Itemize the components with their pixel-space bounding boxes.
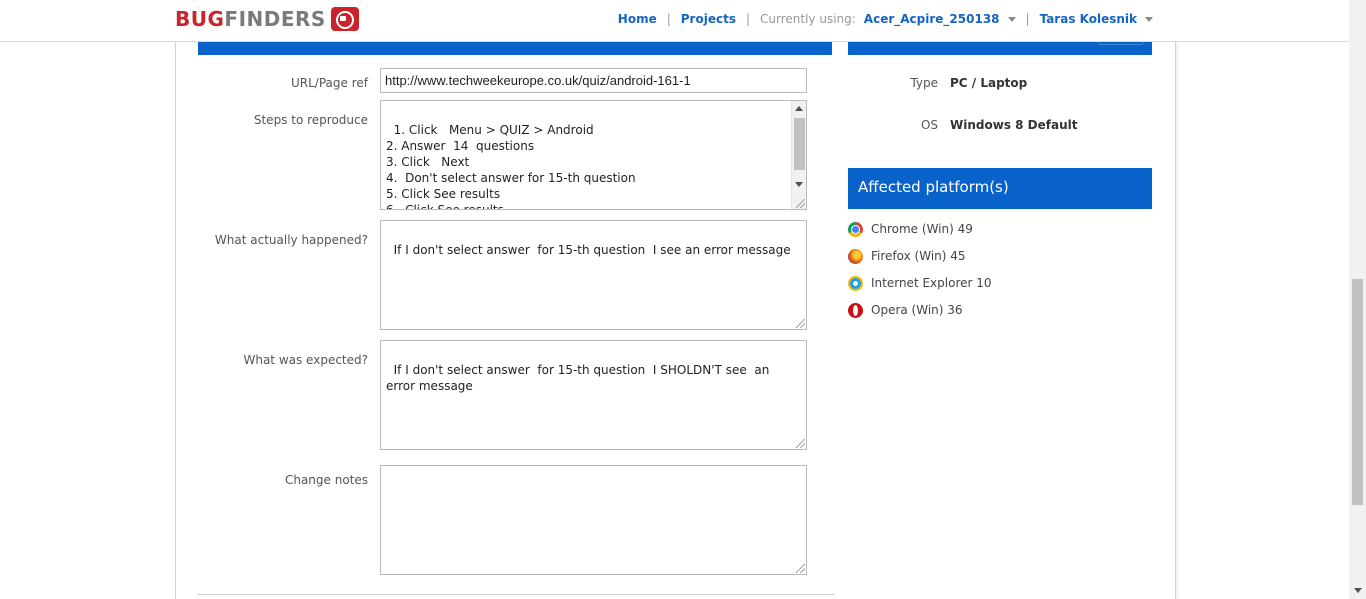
scroll-thumb[interactable] [794,118,805,170]
resize-handle-icon[interactable] [796,564,805,573]
nav-projects-link[interactable]: Projects [681,12,736,26]
user-name: Taras Kolesnik [1039,12,1137,26]
scroll-down-icon[interactable] [1354,588,1362,593]
actual-text: If I don't select answer for 15-th quest… [393,243,791,257]
ie-icon [848,275,863,291]
type-label: Type [910,76,938,90]
chrome-icon [848,221,863,237]
expected-text: If I don't select answer for 15-th quest… [386,363,774,393]
device-name: Acer_Acpire_250138 [863,12,1000,26]
page-scrollbar[interactable] [1349,0,1366,599]
platform-name: Internet Explorer 10 [871,276,992,290]
actual-label: What actually happened? [214,233,368,247]
form-divider [198,594,834,595]
chevron-down-icon [1007,17,1016,22]
resize-handle-icon[interactable] [796,319,805,328]
page-scroll-thumb[interactable] [1352,279,1363,505]
steps-text: 1. Click Menu > QUIZ > Android 2. Answer… [386,123,636,210]
bugfinders-logo[interactable]: BUGFINDERS [175,6,359,32]
scroll-down-icon[interactable] [795,182,803,187]
expected-label: What was expected? [243,353,368,367]
type-value: PC / Laptop [950,76,1028,90]
steps-label: Steps to reproduce [253,113,368,127]
nav-home-link[interactable]: Home [618,12,657,26]
url-input[interactable]: http://www.techweekeurope.co.uk/quiz/and… [380,68,807,93]
notes-label: Change notes [284,473,368,487]
opera-icon [848,302,863,318]
nav-separator: | [666,12,671,26]
main-nav: Home | Projects | Currently using: Acer_… [618,12,1153,26]
device-dropdown[interactable]: Acer_Acpire_250138 [864,12,1016,26]
url-label: URL/Page ref [291,76,368,90]
platform-item: Chrome (Win) 49 [848,221,973,237]
top-navbar: BUGFINDERS Home | Projects | Currently u… [0,0,1349,42]
user-menu-dropdown[interactable]: Taras Kolesnik [1040,12,1153,26]
platform-item: Opera (Win) 36 [848,302,963,318]
platform-name: Chrome (Win) 49 [871,222,973,236]
nav-separator: | [1025,12,1030,26]
affected-platforms-header: Affected platform(s) [848,168,1152,209]
textarea-scrollbar[interactable] [791,101,806,209]
platform-item: Internet Explorer 10 [848,275,992,291]
platform-name: Firefox (Win) 45 [871,249,966,263]
platform-item: Firefox (Win) 45 [848,248,966,264]
resize-handle-icon[interactable] [796,199,805,208]
firefox-icon [848,248,863,264]
os-value: Windows 8 Default [950,118,1078,132]
steps-textarea[interactable]: 1. Click Menu > QUIZ > Android 2. Answer… [380,100,807,210]
currently-using-label: Currently using: [760,12,856,26]
os-label: OS [920,118,938,132]
form-section-header [198,42,832,55]
notes-textarea[interactable] [380,465,807,575]
nav-separator: | [745,12,751,26]
logo-text: BUGFINDERS [175,7,326,31]
actual-textarea[interactable]: If I don't select answer for 15-th quest… [380,220,807,330]
chevron-down-icon [1145,17,1153,22]
scroll-up-icon[interactable] [795,106,803,111]
expected-textarea[interactable]: If I don't select answer for 15-th quest… [380,340,807,450]
platform-name: Opera (Win) 36 [871,303,963,317]
device-header-button[interactable] [1098,42,1144,45]
logo-bug-icon [330,7,359,31]
resize-handle-icon[interactable] [796,439,805,448]
